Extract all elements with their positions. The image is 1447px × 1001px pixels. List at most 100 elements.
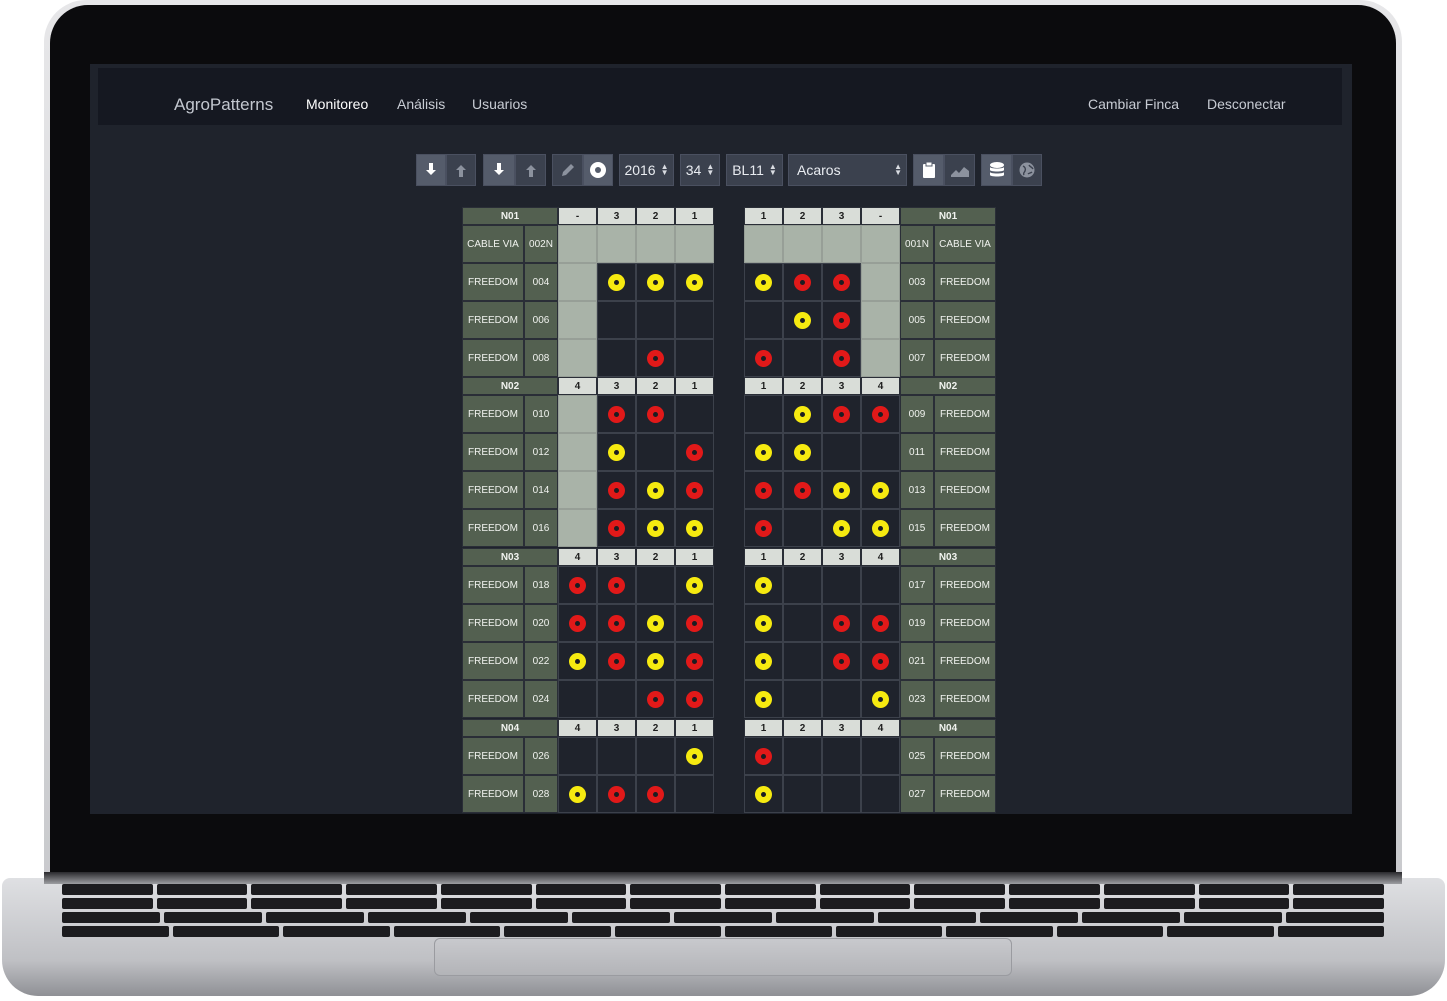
bed-cell[interactable] (636, 604, 675, 642)
bed-cell[interactable] (861, 433, 900, 471)
bed-cell[interactable] (558, 301, 597, 339)
bed-cell[interactable] (597, 301, 636, 339)
bed-cell[interactable] (597, 263, 636, 301)
bed-cell[interactable] (822, 471, 861, 509)
bed-cell[interactable] (822, 433, 861, 471)
bed-cell[interactable] (783, 566, 822, 604)
year-select[interactable]: 2016 ▲ ▼ (619, 154, 674, 186)
upload-button-1[interactable] (446, 154, 476, 186)
bed-cell[interactable] (558, 566, 597, 604)
bed-cell[interactable] (744, 566, 783, 604)
bed-cell[interactable] (675, 263, 714, 301)
bed-cell[interactable] (636, 263, 675, 301)
bed-cell[interactable] (744, 604, 783, 642)
bed-cell[interactable] (675, 566, 714, 604)
bed-cell[interactable] (744, 395, 783, 433)
bed-cell[interactable] (558, 433, 597, 471)
bed-cell[interactable] (744, 225, 783, 263)
bed-cell[interactable] (597, 680, 636, 718)
bed-cell[interactable] (822, 604, 861, 642)
bed-cell[interactable] (861, 680, 900, 718)
bed-cell[interactable] (822, 737, 861, 775)
bed-cell[interactable] (861, 566, 900, 604)
bed-cell[interactable] (744, 471, 783, 509)
bed-cell[interactable] (675, 395, 714, 433)
nav-cambiar-finca[interactable]: Cambiar Finca (1088, 96, 1179, 112)
bed-cell[interactable] (744, 737, 783, 775)
bed-cell[interactable] (744, 433, 783, 471)
bed-cell[interactable] (636, 225, 675, 263)
brand-logo[interactable]: AgroPatterns (174, 95, 273, 115)
bed-cell[interactable] (597, 471, 636, 509)
bed-cell[interactable] (558, 395, 597, 433)
bed-cell[interactable] (783, 301, 822, 339)
bed-cell[interactable] (558, 775, 597, 813)
bed-cell[interactable] (783, 775, 822, 813)
bed-cell[interactable] (822, 263, 861, 301)
bed-cell[interactable] (558, 604, 597, 642)
download-button-2[interactable] (483, 154, 515, 186)
bed-cell[interactable] (597, 604, 636, 642)
week-select[interactable]: 34 ▲ ▼ (680, 154, 720, 186)
bed-cell[interactable] (822, 339, 861, 377)
bed-cell[interactable] (861, 604, 900, 642)
bed-cell[interactable] (783, 604, 822, 642)
bed-cell[interactable] (636, 775, 675, 813)
bed-cell[interactable] (744, 775, 783, 813)
bed-cell[interactable] (558, 737, 597, 775)
bed-cell[interactable] (636, 395, 675, 433)
bed-cell[interactable] (822, 395, 861, 433)
bed-cell[interactable] (783, 225, 822, 263)
bed-cell[interactable] (783, 433, 822, 471)
block-select[interactable]: BL11 ▲ ▼ (726, 154, 783, 186)
bed-cell[interactable] (783, 509, 822, 547)
upload-button-2[interactable] (515, 154, 546, 186)
edit-mode-button[interactable] (552, 154, 583, 186)
bed-cell[interactable] (597, 225, 636, 263)
bed-cell[interactable] (597, 737, 636, 775)
bed-cell[interactable] (822, 680, 861, 718)
bed-cell[interactable] (636, 642, 675, 680)
bed-cell[interactable] (744, 263, 783, 301)
bed-cell[interactable] (636, 566, 675, 604)
bed-cell[interactable] (558, 471, 597, 509)
bed-cell[interactable] (861, 395, 900, 433)
bed-cell[interactable] (783, 642, 822, 680)
bed-cell[interactable] (597, 433, 636, 471)
bed-cell[interactable] (744, 339, 783, 377)
bed-cell[interactable] (861, 737, 900, 775)
bed-cell[interactable] (597, 509, 636, 547)
bed-cell[interactable] (675, 509, 714, 547)
bed-cell[interactable] (744, 680, 783, 718)
bed-cell[interactable] (822, 642, 861, 680)
nav-usuarios[interactable]: Usuarios (472, 96, 527, 112)
target-mode-button[interactable] (583, 154, 613, 186)
bed-cell[interactable] (861, 509, 900, 547)
bed-cell[interactable] (783, 395, 822, 433)
bed-cell[interactable] (675, 775, 714, 813)
nav-analisis[interactable]: Análisis (397, 96, 445, 112)
bed-cell[interactable] (675, 339, 714, 377)
bed-cell[interactable] (675, 225, 714, 263)
chart-button[interactable] (944, 154, 975, 186)
bed-cell[interactable] (822, 566, 861, 604)
bed-cell[interactable] (744, 509, 783, 547)
bed-cell[interactable] (783, 680, 822, 718)
bed-cell[interactable] (675, 433, 714, 471)
bed-cell[interactable] (744, 301, 783, 339)
bed-cell[interactable] (861, 225, 900, 263)
bed-cell[interactable] (675, 642, 714, 680)
bed-cell[interactable] (675, 737, 714, 775)
bed-cell[interactable] (822, 775, 861, 813)
bed-cell[interactable] (597, 395, 636, 433)
bed-cell[interactable] (558, 509, 597, 547)
bed-cell[interactable] (558, 263, 597, 301)
bed-cell[interactable] (783, 471, 822, 509)
bed-cell[interactable] (597, 566, 636, 604)
bed-cell[interactable] (636, 301, 675, 339)
bed-cell[interactable] (636, 433, 675, 471)
report-button[interactable] (913, 154, 944, 186)
bed-cell[interactable] (597, 642, 636, 680)
bed-cell[interactable] (636, 471, 675, 509)
bed-cell[interactable] (636, 339, 675, 377)
